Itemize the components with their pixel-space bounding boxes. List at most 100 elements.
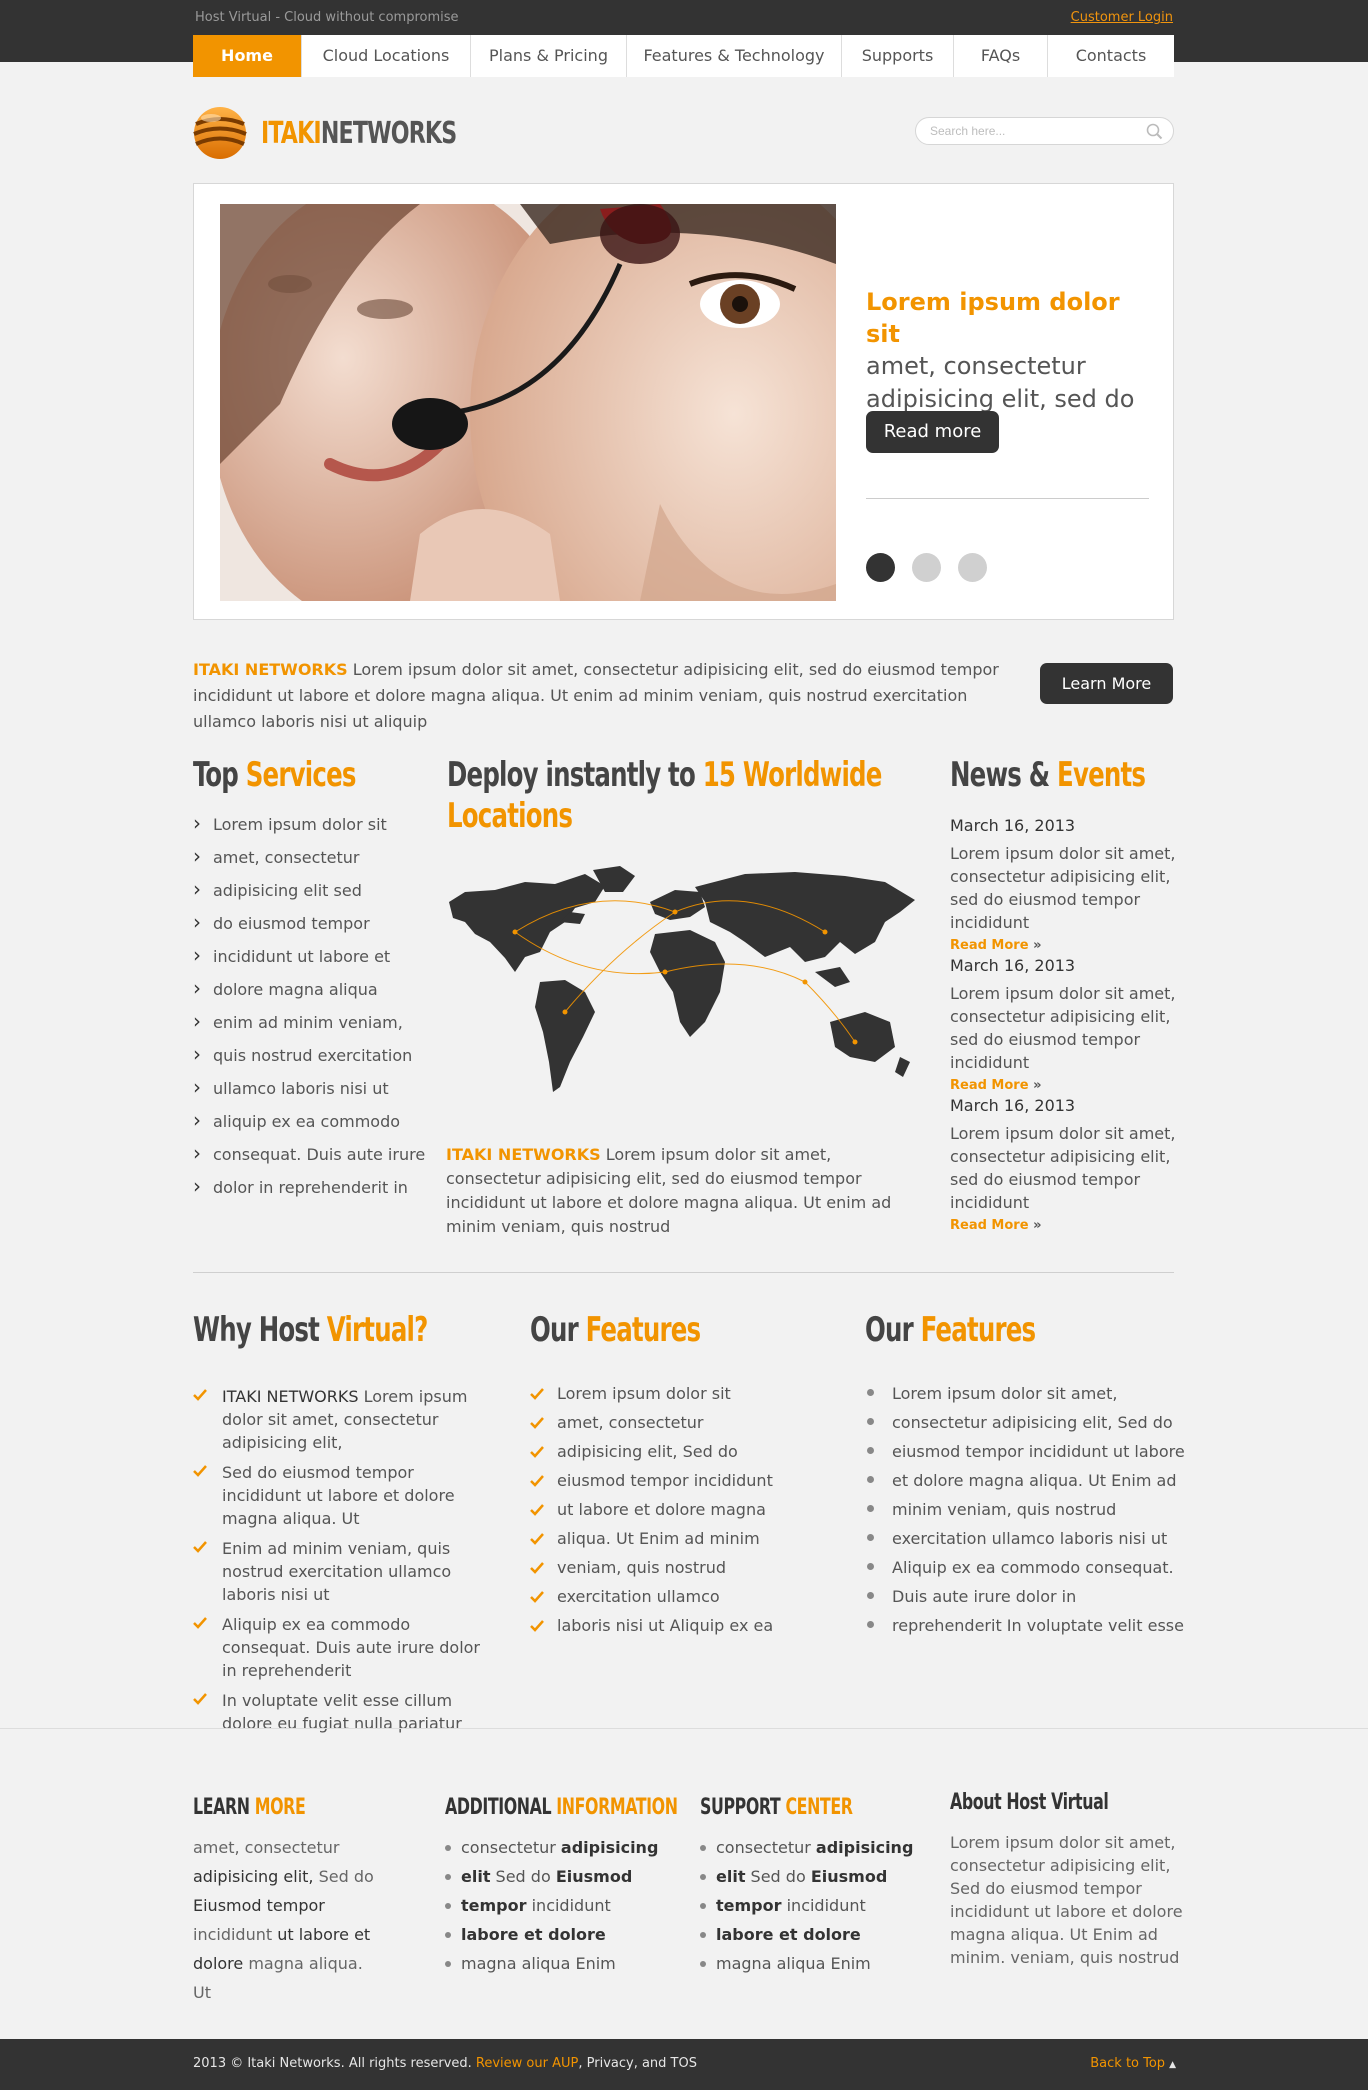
list-item: aliqua. Ut Enim ad minim — [530, 1528, 773, 1557]
list-item: Lorem ipsum dolor sit amet, — [865, 1383, 1185, 1412]
copyright-text: 2013 © Itaki Networks. All rights reserv… — [193, 2056, 697, 2071]
list-item[interactable]: elit Sed do Eiusmod — [700, 1862, 913, 1891]
back-to-top-link[interactable]: Back to Top ▲ — [1090, 2056, 1176, 2071]
intro-text: ITAKI NETWORKS Lorem ipsum dolor sit ame… — [193, 660, 999, 731]
news-item: March 16, 2013 Lorem ipsum dolor sit ame… — [950, 954, 1182, 1093]
list-item[interactable]: tempor incididunt — [445, 1891, 658, 1920]
our-features-heading-2: Our Features — [865, 1310, 1036, 1350]
list-item[interactable]: tempor incididunt — [700, 1891, 913, 1920]
news-date: March 16, 2013 — [950, 1096, 1076, 1115]
nav-item-supports[interactable]: Supports — [841, 35, 953, 77]
news-body: Lorem ipsum dolor sit amet, consectetur … — [950, 984, 1176, 1072]
slider-dot-2[interactable] — [912, 553, 941, 582]
nav-item-contacts[interactable]: Contacts — [1047, 35, 1174, 77]
slide-caption: Lorem ipsum dolor sit amet, consectetur … — [866, 286, 1156, 416]
list-item[interactable]: enim ad minim veniam, — [193, 1010, 425, 1045]
news-read-more-link[interactable]: Read More » — [950, 938, 1041, 953]
list-item: Aliquip ex ea commodo consequat. Duis au… — [193, 1613, 493, 1682]
list-item[interactable]: magna aliqua Enim — [445, 1949, 658, 1978]
deploy-heading: Deploy instantly to 15 Worldwide Location… — [447, 755, 882, 836]
search-input[interactable] — [930, 118, 1140, 144]
logo-sphere-icon — [193, 107, 247, 159]
news-read-more-link[interactable]: Read More » — [950, 1078, 1041, 1093]
news-read-more-link[interactable]: Read More » — [950, 1218, 1041, 1233]
news-body: Lorem ipsum dolor sit amet, consectetur … — [950, 844, 1176, 932]
site-tagline: Host Virtual - Cloud without compromise — [195, 10, 459, 25]
checkmark-icon — [530, 1446, 544, 1458]
footer-divider — [0, 1728, 1368, 1729]
list-item[interactable]: elit Sed do Eiusmod — [445, 1862, 658, 1891]
list-item[interactable]: do eiusmod tempor — [193, 911, 425, 946]
list-item: reprehenderit In voluptate velit esse — [865, 1615, 1185, 1644]
list-item[interactable]: magna aliqua Enim — [700, 1949, 913, 1978]
list-item[interactable]: dolore magna aliqua — [193, 977, 425, 1012]
nav-item-plans-pricing[interactable]: Plans & Pricing — [470, 35, 626, 77]
list-item: adipisicing elit, Sed do — [530, 1441, 773, 1470]
site-logo[interactable]: ITAKINETWORKS — [193, 106, 499, 160]
list-item: ITAKI NETWORKS Lorem ipsum dolor sit ame… — [193, 1385, 493, 1454]
news-events-heading: News & Events — [950, 755, 1146, 795]
list-item[interactable]: amet, consectetur — [193, 845, 425, 880]
slide-read-more-button[interactable]: Read more — [866, 411, 999, 453]
checkmark-icon — [530, 1388, 544, 1400]
list-item: consectetur adipisicing elit, Sed do — [865, 1412, 1185, 1441]
why-host-virtual-heading: Why Host Virtual? — [193, 1310, 428, 1350]
slider-dot-1[interactable] — [866, 553, 895, 582]
nav-item-faqs[interactable]: FAQs — [953, 35, 1047, 77]
our-features-heading: Our Features — [530, 1310, 701, 1350]
top-services-heading: Top Services — [193, 755, 356, 795]
list-item[interactable]: aliquip ex ea commodo — [193, 1109, 425, 1144]
list-item[interactable]: consequat. Duis aute irure — [193, 1142, 425, 1177]
nav-item-cloud-locations[interactable]: Cloud Locations — [301, 35, 470, 77]
checkmark-icon — [193, 1693, 207, 1705]
logo-text: ITAKINETWORKS — [261, 115, 457, 151]
slider-dot-3[interactable] — [958, 553, 987, 582]
why-list: ITAKI NETWORKS Lorem ipsum dolor sit ame… — [193, 1385, 493, 1742]
additional-information-list: consectetur adipisicing elit Sed do Eius… — [445, 1833, 658, 1978]
learn-more-heading: LEARN MORE — [193, 1795, 306, 1820]
checkmark-icon — [530, 1562, 544, 1574]
list-item[interactable]: labore et dolore — [700, 1920, 913, 1949]
search-icon[interactable] — [1146, 123, 1163, 140]
list-item: Aliquip ex ea commodo consequat. — [865, 1557, 1185, 1586]
list-item[interactable]: consectetur adipisicing — [445, 1833, 658, 1862]
list-item[interactable]: quis nostrud exercitation — [193, 1043, 425, 1078]
checkmark-icon — [530, 1504, 544, 1516]
list-item: veniam, quis nostrud — [530, 1557, 773, 1586]
list-item[interactable]: labore et dolore — [445, 1920, 658, 1949]
learn-more-text: amet, consectetur adipisicing elit, Sed … — [193, 1838, 374, 2002]
news-body: Lorem ipsum dolor sit amet, consectetur … — [950, 1124, 1176, 1212]
aup-link[interactable]: Review our AUP — [476, 2056, 578, 2071]
list-item[interactable]: incididunt ut labore et — [193, 944, 425, 979]
checkmark-icon — [530, 1417, 544, 1429]
list-item: laboris nisi ut Aliquip ex ea — [530, 1615, 773, 1644]
slide-caption-highlight: Lorem ipsum dolor sit — [866, 288, 1120, 348]
nav-item-home[interactable]: Home — [193, 35, 301, 77]
list-item: Sed do eiusmod tempor incididunt ut labo… — [193, 1461, 493, 1530]
checkmark-icon — [530, 1620, 544, 1632]
list-item: amet, consectetur — [530, 1412, 773, 1441]
list-item: minim veniam, quis nostrud — [865, 1499, 1185, 1528]
list-item: exercitation ullamco laboris nisi ut — [865, 1528, 1185, 1557]
slide-caption-line-1: amet, consectetur — [866, 352, 1086, 380]
checkmark-icon — [530, 1591, 544, 1603]
checkmark-icon — [193, 1541, 207, 1553]
list-item: Lorem ipsum dolor sit — [530, 1383, 773, 1412]
nav-item-features-technology[interactable]: Features & Technology — [626, 35, 841, 77]
learn-more-button[interactable]: Learn More — [1040, 663, 1173, 704]
support-center-list: consectetur adipisicing elit Sed do Eius… — [700, 1833, 913, 1978]
list-item[interactable]: Lorem ipsum dolor sit — [193, 812, 425, 847]
checkmark-icon — [530, 1475, 544, 1487]
section-divider — [193, 1272, 1174, 1273]
list-item[interactable]: consectetur adipisicing — [700, 1833, 913, 1862]
list-item[interactable]: ullamco laboris nisi ut — [193, 1076, 425, 1111]
hero-slider: Lorem ipsum dolor sit amet, consectetur … — [193, 183, 1174, 620]
slider-pagination — [866, 553, 1004, 582]
list-item[interactable]: dolor in reprehenderit in — [193, 1175, 425, 1210]
additional-information-heading: ADDITIONAL INFORMATION — [445, 1795, 678, 1820]
customer-login-link[interactable]: Customer Login — [1071, 10, 1173, 25]
list-item: Duis aute irure dolor in — [865, 1586, 1185, 1615]
list-item[interactable]: adipisicing elit sed — [193, 878, 425, 913]
checkmark-icon — [193, 1617, 207, 1629]
news-item: March 16, 2013 Lorem ipsum dolor sit ame… — [950, 814, 1182, 953]
